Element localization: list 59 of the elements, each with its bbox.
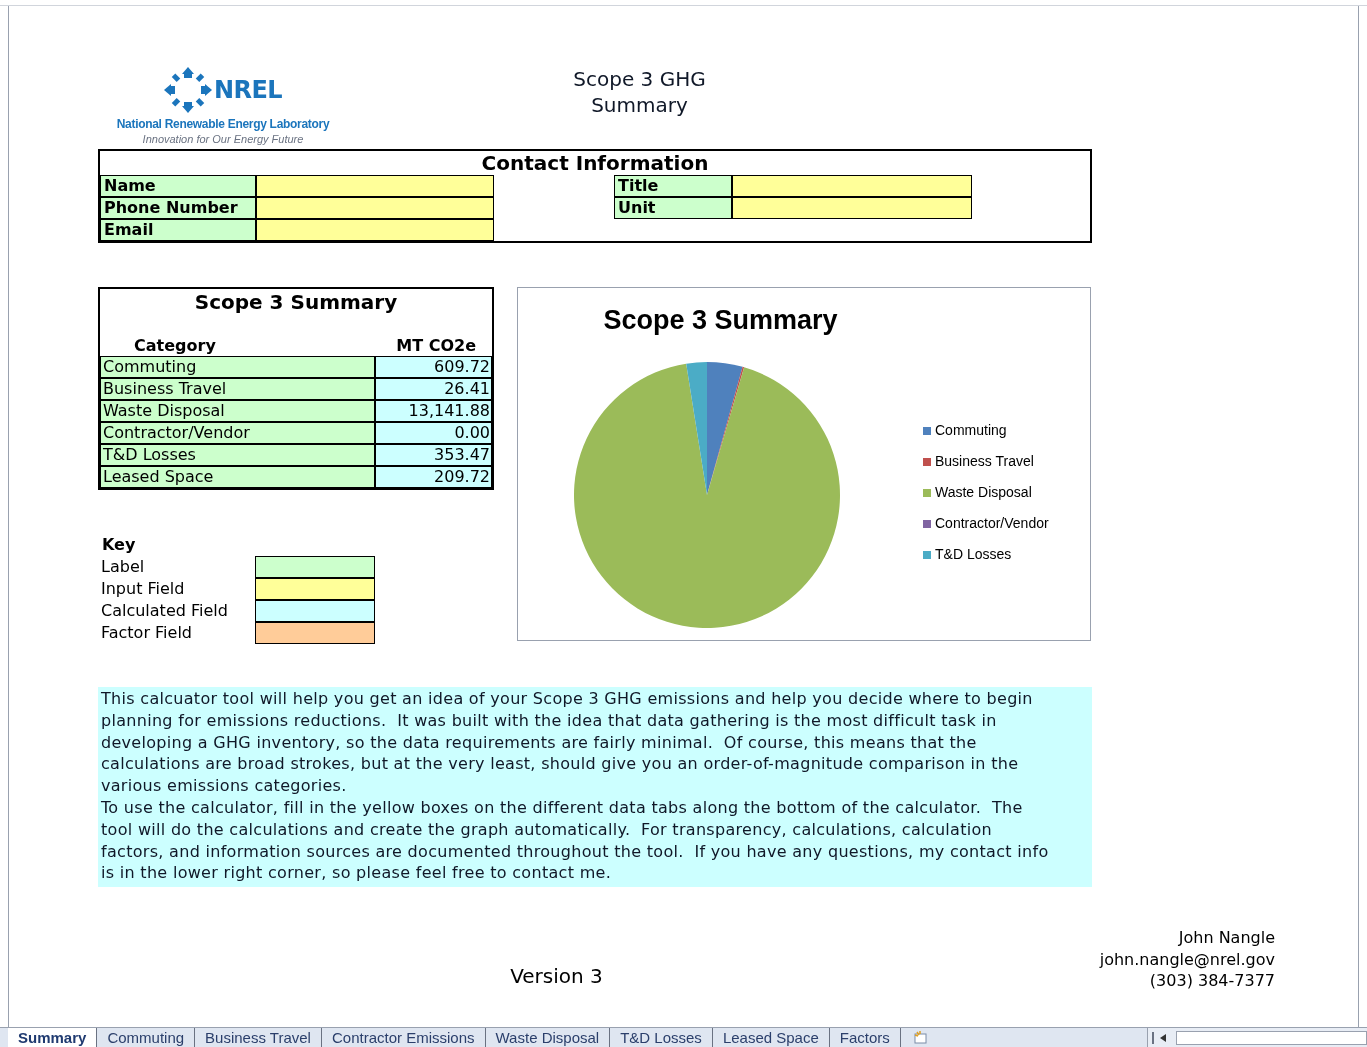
table-cell: Commuting xyxy=(100,356,375,378)
sheet-title: Summary xyxy=(591,92,688,118)
logo-wordmark: NREL xyxy=(214,78,282,102)
table-cell: 209.72 xyxy=(375,466,492,488)
input-field[interactable] xyxy=(732,175,972,197)
field-label: Email xyxy=(100,219,256,241)
logo-name: National Renewable Energy Laboratory xyxy=(116,118,330,130)
key-heading: Key xyxy=(101,534,137,556)
scroll-left-icon[interactable] xyxy=(1160,1033,1166,1042)
field-label: Phone Number xyxy=(100,197,256,219)
legend-label: T&D Losses xyxy=(935,545,1012,564)
chart-title: Scope 3 Summary xyxy=(603,304,838,336)
table-cell: 13,141.88 xyxy=(375,400,492,422)
input-field[interactable] xyxy=(256,219,494,241)
key-label: Input Field xyxy=(100,579,186,599)
column-header: Category xyxy=(133,336,217,356)
column-header: MT CO2e xyxy=(395,336,477,356)
input-field[interactable] xyxy=(256,175,494,197)
input-field[interactable] xyxy=(732,197,972,219)
table-cell: 0.00 xyxy=(375,422,492,444)
description-paragraph: To use the calculator, fill in the yellow boxes on the different data tabs along the bottom of the calculator. The tool will do the calculations and create the graph automatically. For transparency, calculations, calculation factors, and information sources are documented throughout the tool. If you have any questions, my contact info is in the lower right corner, so please feel free to contact me. xyxy=(101,797,1050,885)
sheet-tab[interactable]: Summary xyxy=(8,1028,98,1047)
version-label: Version 3 xyxy=(510,963,603,991)
legend-label: Waste Disposal xyxy=(935,483,1032,502)
key-label: Calculated Field xyxy=(100,601,229,621)
legend-label: Commuting xyxy=(935,421,1007,440)
table-cell: T&D Losses xyxy=(100,444,375,466)
logo-icon xyxy=(164,67,213,113)
sheet-tab[interactable]: Factors xyxy=(829,1028,901,1047)
description-paragraph: This calcuator tool will help you get an idea of your Scope 3 GHG emissions and help you decide where to begin planning for emissions reductions. It was built with the idea that data gathering is the most difficult task in developing a GHG inventory, so the data requirements are fairly minimal. Of course, this means that the calculations are broad strokes, but at the very least, should give you an order-of-magnitude comparison in the various emissions categories. xyxy=(101,688,1034,797)
table-cell: 26.41 xyxy=(375,378,492,400)
sheet-tab[interactable]: Leased Space xyxy=(712,1028,830,1047)
horizontal-scrollbar[interactable] xyxy=(1147,1028,1367,1047)
key-label: Factor Field xyxy=(100,623,193,643)
legend-label: Contractor/Vendor xyxy=(935,514,1049,533)
contact-heading: Contact Information xyxy=(480,151,710,175)
input-field[interactable] xyxy=(256,197,494,219)
author-name: John Nangle xyxy=(1178,927,1275,949)
sheet-tab[interactable]: T&D Losses xyxy=(610,1028,713,1047)
author-email: john.nangle@nrel.gov xyxy=(1099,948,1275,971)
table-cell: Contractor/Vendor xyxy=(100,422,375,444)
sheet-tab[interactable]: Business Travel xyxy=(195,1028,322,1047)
table-cell: Leased Space xyxy=(100,466,375,488)
sheet-tab[interactable]: Commuting xyxy=(97,1028,196,1047)
table-cell: Business Travel xyxy=(100,378,375,400)
author-phone: (303) 384-7377 xyxy=(1149,970,1275,992)
table-cell: 609.72 xyxy=(375,356,492,378)
summary-title: Scope 3 Summary xyxy=(193,289,399,316)
field-label: Title xyxy=(614,175,732,197)
field-label: Name xyxy=(100,175,256,197)
table-cell: Waste Disposal xyxy=(100,400,375,422)
sheet-title: Scope 3 GHG xyxy=(573,66,706,92)
legend-label: Business Travel xyxy=(935,452,1034,471)
logo-tagline: Innovation for Our Energy Future xyxy=(142,134,304,145)
table-cell: 353.47 xyxy=(375,444,492,466)
sheet-tab[interactable]: Waste Disposal xyxy=(485,1028,611,1047)
key-label: Label xyxy=(100,557,146,577)
sheet-tab[interactable]: Contractor Emissions xyxy=(321,1028,486,1047)
field-label: Unit xyxy=(614,197,732,219)
